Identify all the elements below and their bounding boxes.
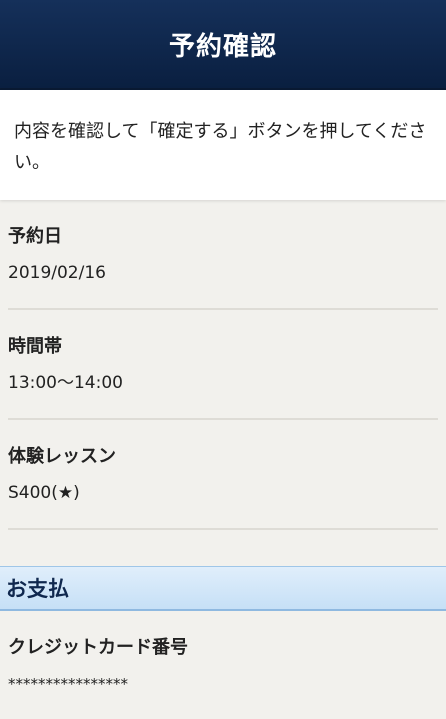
trial-lesson-label: 体験レッスン [8, 446, 116, 467]
field-credit-card-number: クレジットカード番号 **************** [0, 611, 446, 719]
trial-lesson-value: S400(★) [8, 483, 80, 503]
field-time-slot: 時間帯 13:00〜14:00 [8, 310, 438, 420]
reservation-date-value: 2019/02/16 [8, 263, 106, 283]
confirmation-notice: 内容を確認して「確定する」ボタンを押してください。 [0, 90, 446, 200]
payment-section-title: お支払 [6, 577, 69, 601]
payment-section-header: お支払 [0, 566, 446, 611]
field-reservation-date: 予約日 2019/02/16 [8, 200, 438, 310]
time-slot-label: 時間帯 [8, 336, 62, 357]
reservation-details: 予約日 2019/02/16 時間帯 13:00〜14:00 体験レッスン S4… [0, 200, 446, 530]
time-slot-value: 13:00〜14:00 [8, 373, 123, 393]
page-header: 予約確認 [0, 0, 446, 90]
credit-card-label: クレジットカード番号 [8, 637, 188, 658]
field-trial-lesson: 体験レッスン S400(★) [8, 420, 438, 530]
reservation-date-label: 予約日 [8, 226, 62, 247]
credit-card-value: **************** [8, 675, 128, 693]
page-title: 予約確認 [168, 31, 277, 62]
